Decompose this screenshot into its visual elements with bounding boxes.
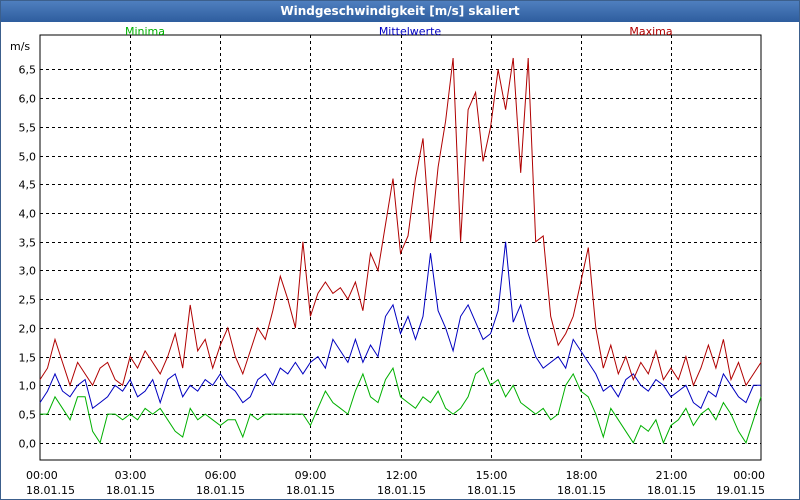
x-axis: 00:00 18.01.15 03:00 18.01.15 06:00 18.01.15 0…	[26, 469, 765, 497]
x-tick-time: 18:00	[566, 469, 598, 482]
y-tick-label: 3,5	[19, 237, 37, 250]
y-tick-label: 0,0	[19, 438, 37, 451]
x-tick-time: 09:00	[295, 469, 327, 482]
y-tick-label: 2,5	[19, 294, 37, 307]
x-tick-time: 15:00	[476, 469, 508, 482]
x-tick-time: 00:00	[26, 469, 58, 482]
y-axis: m/s 0,0 0,5 1,0 1,5 2,0 2,5 3,0 3,5 4,0 4,5 5,0 5,5…	[10, 40, 36, 451]
x-tick-date: 18.01.15	[647, 484, 696, 497]
y-tick-label: 4,0	[19, 208, 37, 221]
y-tick-label: 4,5	[19, 179, 37, 192]
x-tick-time: 03:00	[115, 469, 147, 482]
legend-item-maxima: Maxima	[629, 25, 672, 38]
x-tick-time: 06:00	[205, 469, 237, 482]
y-tick-label: 5,5	[19, 122, 37, 135]
y-axis-unit: m/s	[10, 40, 30, 53]
x-tick-date: 18.01.15	[377, 484, 426, 497]
legend-item-minima: Minima	[125, 25, 165, 38]
y-tick-label: 3,0	[19, 265, 37, 278]
x-tick-date: 18.01.15	[26, 484, 75, 497]
y-tick-label: 0,5	[19, 409, 37, 422]
y-tick-label: 1,5	[19, 352, 37, 365]
y-tick-label: 1,0	[19, 380, 37, 393]
x-tick-date: 18.01.15	[286, 484, 335, 497]
x-tick-time: 00:00	[733, 469, 765, 482]
y-tick-label: 2,0	[19, 323, 37, 336]
x-tick-time: 21:00	[656, 469, 688, 482]
x-tick-time: 12:00	[386, 469, 418, 482]
x-tick-date: 18.01.15	[467, 484, 516, 497]
y-tick-label: 6,5	[19, 64, 37, 77]
x-tick-date: 19.01.15	[716, 484, 765, 497]
y-tick-label: 6,0	[19, 93, 37, 106]
x-tick-date: 18.01.15	[106, 484, 155, 497]
x-tick-date: 18.01.15	[196, 484, 245, 497]
y-tick-label: 5,0	[19, 151, 37, 164]
chart-area: m/s 0,0 0,5 1,0 1,5 2,0 2,5 3,0 3,5 4,0 4,5 5,0 5,5…	[10, 25, 765, 497]
x-tick-date: 18.01.15	[557, 484, 606, 497]
legend-item-mittelwerte: Mittelwerte	[379, 25, 442, 38]
